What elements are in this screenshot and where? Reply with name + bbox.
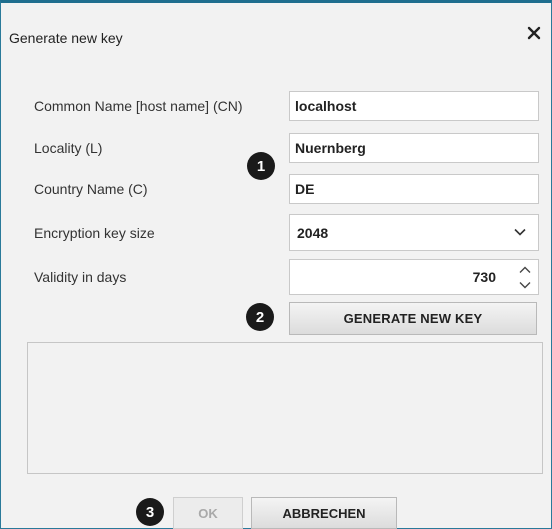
country-name-label: Country Name (C) bbox=[34, 181, 148, 197]
chevron-down-icon bbox=[519, 281, 531, 288]
ok-button[interactable]: OK bbox=[173, 497, 243, 529]
callout-badge-3: 3 bbox=[136, 498, 164, 526]
close-icon bbox=[527, 26, 541, 40]
cancel-button[interactable]: ABBRECHEN bbox=[251, 497, 397, 529]
spinner-down-button[interactable] bbox=[516, 277, 534, 292]
generate-new-key-button[interactable]: GENERATE NEW KEY bbox=[289, 302, 537, 335]
common-name-input[interactable]: localhost bbox=[289, 91, 539, 121]
chevron-up-icon bbox=[519, 266, 531, 273]
callout-badge-2: 2 bbox=[246, 303, 274, 331]
key-size-label: Encryption key size bbox=[34, 225, 155, 241]
validity-value: 730 bbox=[472, 269, 496, 285]
locality-input[interactable]: Nuernberg bbox=[289, 133, 539, 163]
callout-badge-1: 1 bbox=[247, 152, 275, 180]
dialog-title: Generate new key bbox=[9, 30, 123, 46]
validity-label: Validity in days bbox=[34, 269, 127, 285]
chevron-down-icon bbox=[514, 228, 526, 236]
generate-key-dialog: Generate new key Common Name [host name]… bbox=[0, 0, 552, 529]
dialog-titlebar: Generate new key bbox=[1, 3, 551, 63]
locality-label: Locality (L) bbox=[34, 140, 103, 156]
key-size-selected-value: 2048 bbox=[297, 225, 329, 241]
validity-spinner[interactable]: 730 bbox=[289, 259, 539, 295]
key-output-area[interactable] bbox=[27, 342, 543, 474]
country-name-input[interactable]: DE bbox=[289, 174, 539, 204]
spinner-buttons bbox=[512, 260, 538, 294]
key-size-select[interactable]: 2048 bbox=[289, 214, 539, 251]
spinner-up-button[interactable] bbox=[516, 262, 534, 277]
common-name-label: Common Name [host name] (CN) bbox=[34, 98, 243, 114]
close-button[interactable] bbox=[523, 22, 545, 44]
